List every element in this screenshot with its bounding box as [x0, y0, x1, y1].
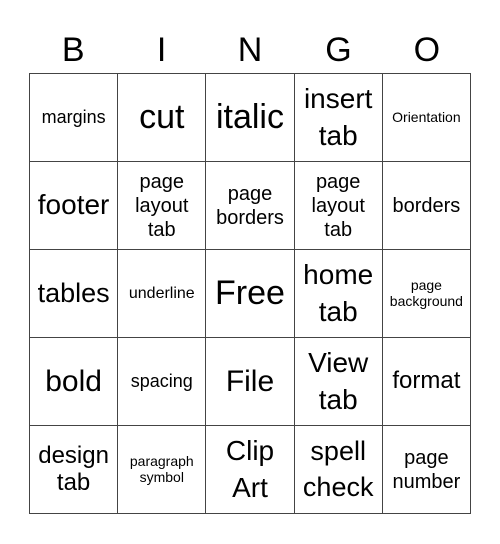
bingo-cell[interactable]: home tab — [294, 250, 383, 338]
bingo-cell[interactable]: paragraph symbol — [118, 426, 207, 514]
bingo-cell[interactable]: footer — [30, 162, 119, 250]
bingo-cell[interactable]: page layout tab — [118, 162, 207, 250]
header-letter-n: N — [237, 31, 263, 69]
header-letter-i: I — [156, 31, 167, 69]
bingo-cell[interactable]: page borders — [206, 162, 295, 250]
bingo-cell[interactable]: spacing — [118, 338, 207, 426]
bingo-cell[interactable]: bold — [30, 338, 119, 426]
bingo-cell[interactable]: page number — [382, 426, 471, 514]
bingo-cell[interactable]: cut — [118, 74, 207, 162]
bingo-card: margins cut italic insert tab Orientatio… — [29, 73, 471, 514]
bingo-cell[interactable]: View tab — [294, 338, 383, 426]
header-letter-o: O — [413, 31, 441, 69]
bingo-cell[interactable]: page layout tab — [294, 162, 383, 250]
bingo-header: B I N G O — [29, 28, 471, 72]
bingo-cell[interactable]: borders — [382, 162, 471, 250]
bingo-cell[interactable]: format — [382, 338, 471, 426]
bingo-cell[interactable]: margins — [30, 74, 119, 162]
bingo-cell[interactable]: design tab — [30, 426, 119, 514]
bingo-cell[interactable]: insert tab — [294, 74, 383, 162]
bingo-cell[interactable]: underline — [118, 250, 207, 338]
bingo-cell[interactable]: File — [206, 338, 295, 426]
free-space[interactable]: Free — [206, 250, 295, 338]
bingo-cell[interactable]: italic — [206, 74, 295, 162]
bingo-cell[interactable]: page background — [382, 250, 471, 338]
header-letter-b: B — [61, 31, 85, 69]
bingo-cell[interactable]: spell check — [294, 426, 383, 514]
bingo-cell[interactable]: tables — [30, 250, 119, 338]
header-letter-g: G — [325, 31, 352, 69]
bingo-cell[interactable]: Clip Art — [206, 426, 295, 514]
bingo-cell[interactable]: Orientation — [382, 74, 471, 162]
